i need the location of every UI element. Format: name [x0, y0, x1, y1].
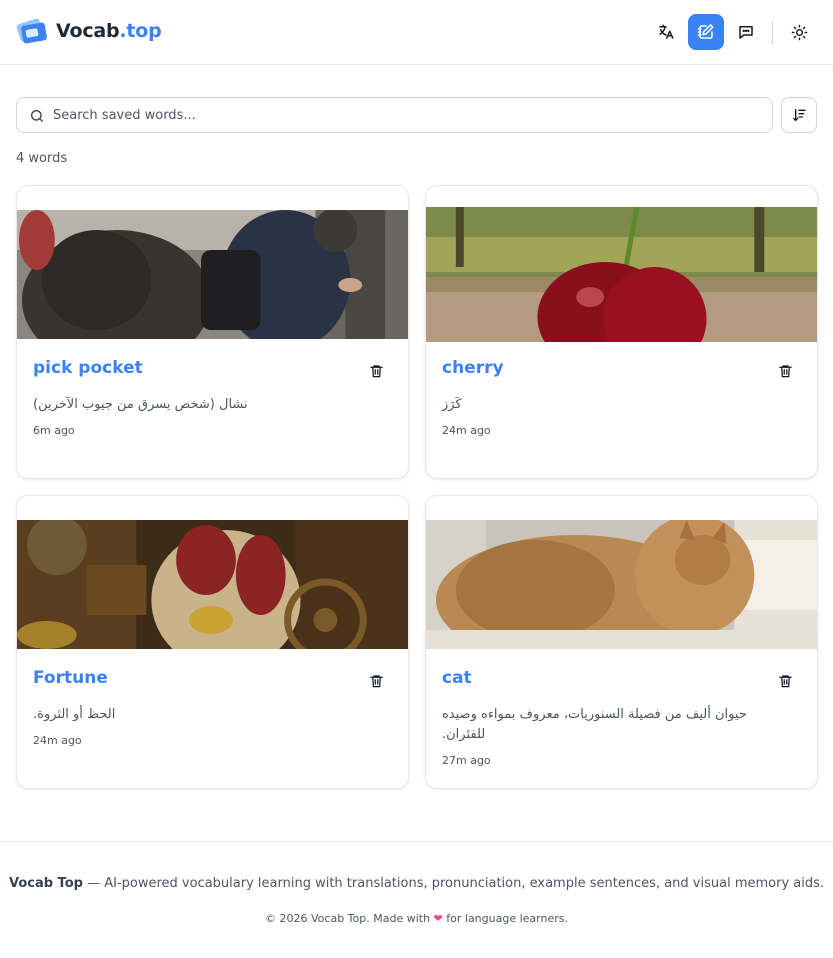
word-card[interactable]: cherry كَرَز 24m ago: [425, 185, 818, 479]
word-title[interactable]: Fortune: [33, 668, 108, 688]
footer-brand: Vocab Top: [8, 876, 83, 891]
word-count: 4 words: [16, 151, 68, 166]
word-meaning: كَرَز: [442, 397, 462, 412]
search-bar: [16, 97, 773, 133]
word-card[interactable]: Fortune الحظ أو الثروة. 24m ago: [16, 495, 409, 789]
cherry-photo: [426, 207, 817, 342]
cat-photo: [426, 520, 817, 649]
brand-name: Vocab.top: [56, 20, 162, 42]
crowd-photo: [17, 210, 408, 339]
footer-copyright: © 2026 Vocab Top. Made with ❤ for langua…: [265, 912, 568, 925]
delete-button[interactable]: [366, 361, 386, 381]
sun-icon: [791, 24, 807, 40]
search-icon: [31, 110, 43, 122]
footer-tagline: Vocab Top — AI-powered vocabulary learni…: [8, 876, 825, 891]
chat-button[interactable]: [728, 14, 764, 50]
header-divider: [772, 21, 773, 44]
trash-icon: [778, 675, 792, 688]
trash-icon: [369, 365, 383, 378]
heart-icon: ❤: [433, 912, 443, 925]
saved-time: 24m ago: [442, 424, 491, 437]
translate-icon: [659, 24, 674, 39]
app-header: Vocab.top: [0, 0, 833, 65]
word-title[interactable]: cherry: [442, 358, 504, 378]
sort-icon: [793, 109, 806, 122]
theme-toggle-button[interactable]: [781, 14, 817, 50]
book-logo-icon: [16, 18, 47, 44]
brand-logo[interactable]: Vocab.top: [16, 15, 162, 47]
word-title[interactable]: cat: [442, 668, 472, 688]
word-meaning: الحظ أو الثروة.: [33, 707, 116, 722]
delete-button[interactable]: [775, 671, 795, 691]
trash-icon: [369, 675, 383, 688]
treasure-photo: [17, 520, 408, 649]
word-meaning: حيوان أليف من فصيلة السنوريات، معروف بمو…: [442, 707, 747, 742]
delete-button[interactable]: [366, 671, 386, 691]
word-card[interactable]: cat حيوان أليف من فصيلة السنوريات، معروف…: [425, 495, 818, 789]
word-meaning: نشال (شخص يسرق من جيوب الآخرين): [33, 397, 248, 412]
saved-words-button[interactable]: [688, 14, 724, 50]
search-input[interactable]: [53, 98, 753, 132]
saved-time: 24m ago: [33, 734, 82, 747]
saved-time: 27m ago: [442, 754, 491, 767]
chat-icon: [739, 26, 753, 39]
word-card[interactable]: pick pocket نشال (شخص يسرق من جيوب الآخر…: [16, 185, 409, 479]
word-title[interactable]: pick pocket: [33, 358, 143, 378]
translate-button[interactable]: [648, 14, 684, 50]
delete-button[interactable]: [775, 361, 795, 381]
saved-time: 6m ago: [33, 424, 75, 437]
footer-divider: [0, 841, 833, 842]
trash-icon: [778, 365, 792, 378]
notebook-edit-icon: [697, 24, 714, 39]
sort-button[interactable]: [781, 97, 817, 133]
